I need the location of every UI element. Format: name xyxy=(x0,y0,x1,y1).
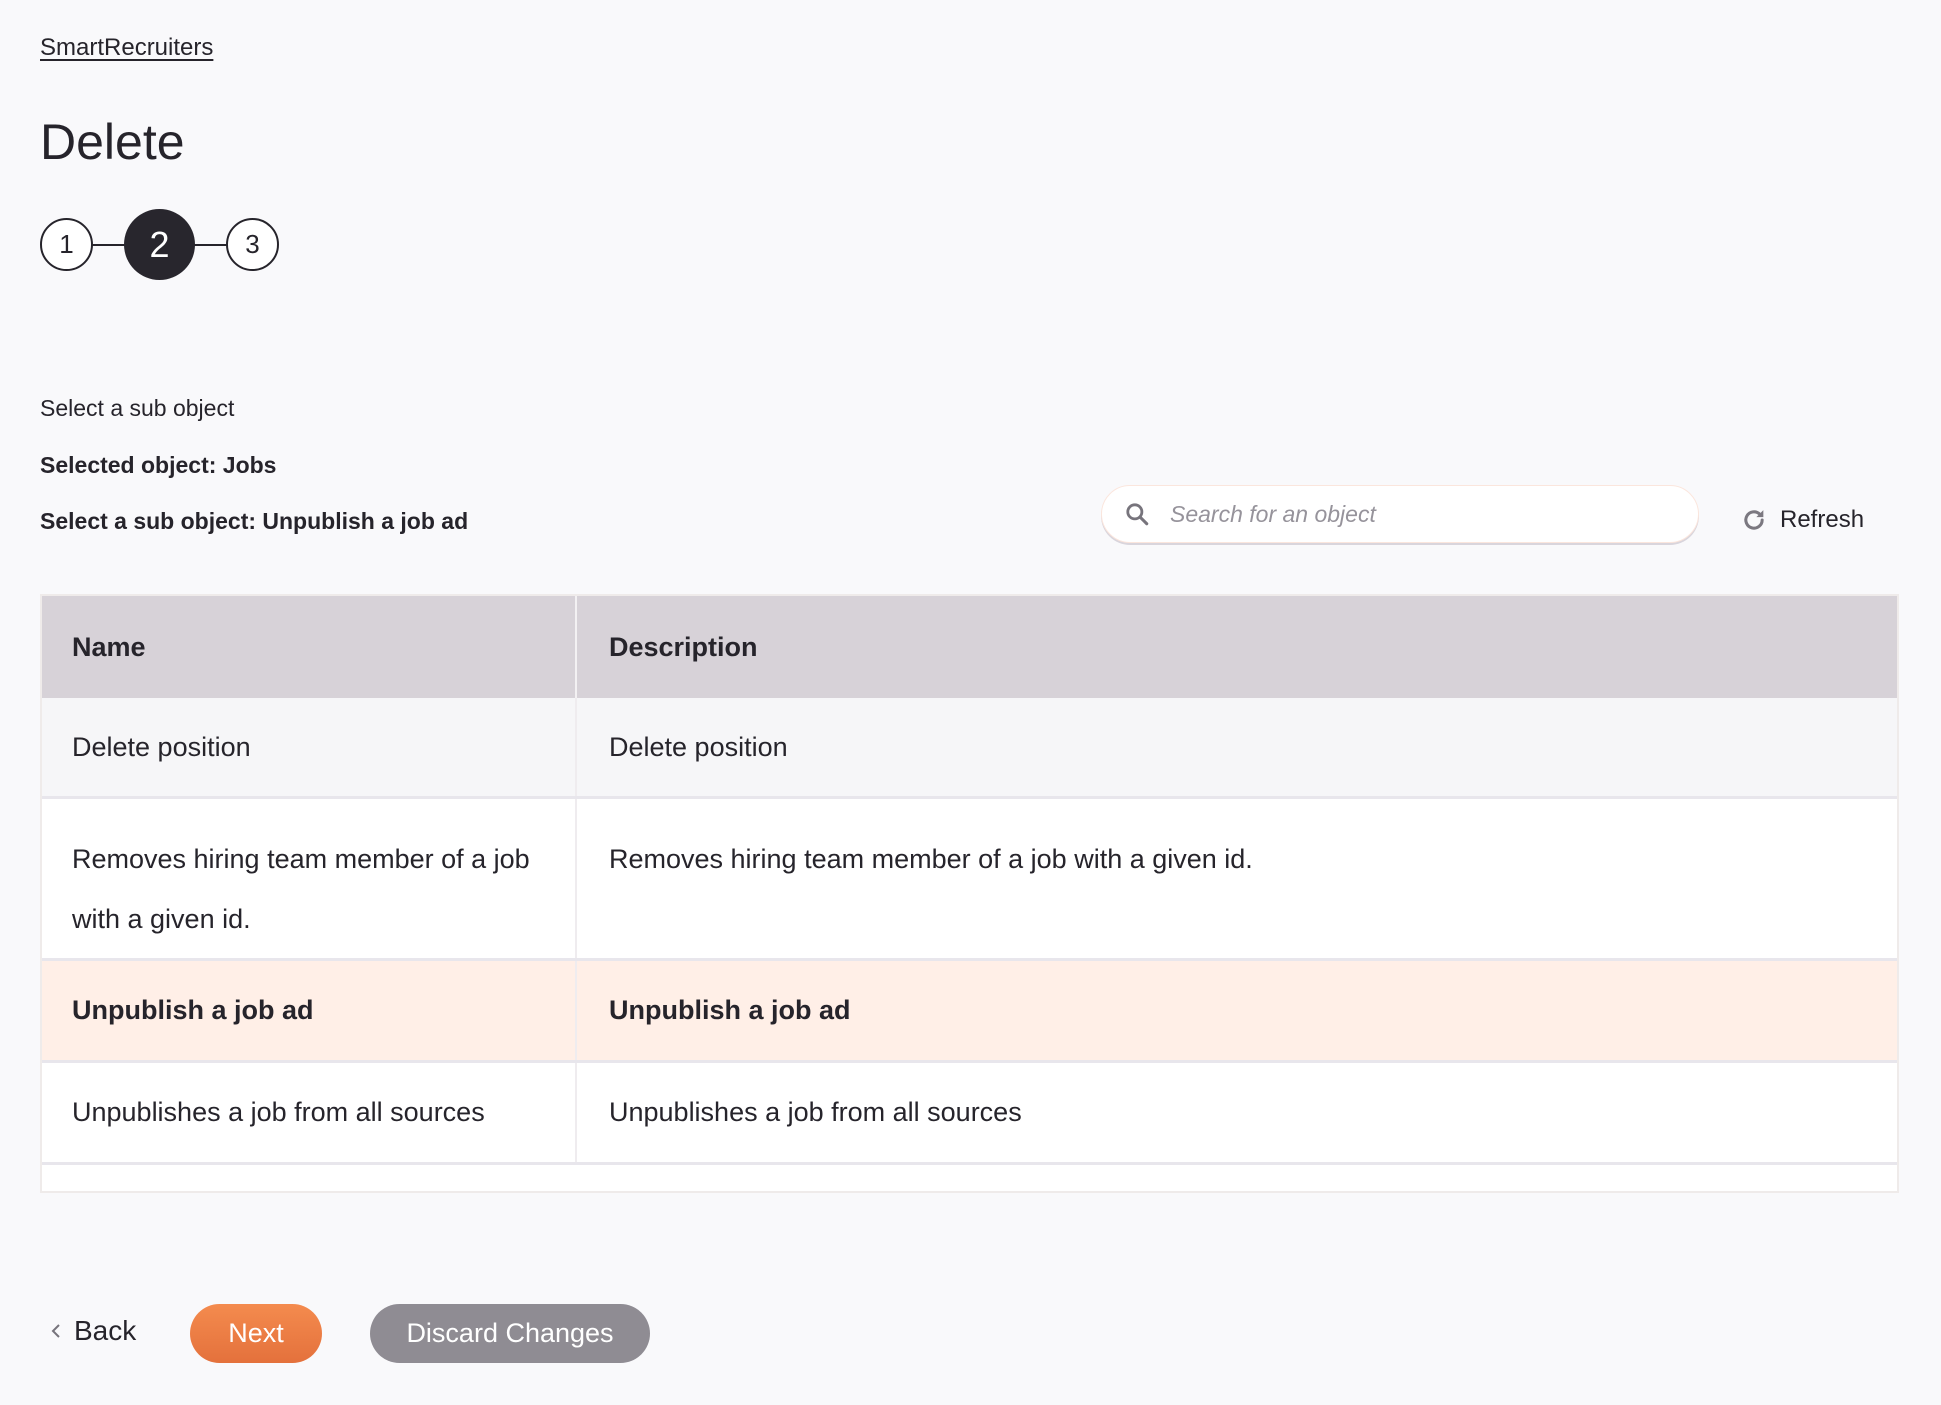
step-2-active[interactable]: 2 xyxy=(124,209,195,280)
column-header-name[interactable]: Name xyxy=(42,596,577,698)
step-connector xyxy=(92,244,126,246)
refresh-icon xyxy=(1744,510,1764,530)
breadcrumb-smartrecruiters[interactable]: SmartRecruiters xyxy=(40,34,213,62)
refresh-button[interactable]: Refresh xyxy=(1740,506,1864,534)
search-icon xyxy=(1126,503,1149,526)
table-row[interactable]: Unpublishes a job from all sources Unpub… xyxy=(42,1063,1897,1165)
selected-object-label: Selected object: Jobs xyxy=(40,452,277,478)
cell-name: Removes hiring team member of a job with… xyxy=(42,799,577,958)
cell-description: Removes hiring team member of a job with… xyxy=(609,844,1253,874)
selected-sub-object-label: Select a sub object: Unpublish a job ad xyxy=(40,508,469,534)
cell-description: Delete position xyxy=(609,731,788,762)
table-row-selected[interactable]: Unpublish a job ad Unpublish a job ad xyxy=(42,961,1897,1063)
table-row[interactable]: Removes hiring team member of a job with… xyxy=(42,799,1897,961)
cell-name: Delete position xyxy=(42,698,577,796)
page-title: Delete xyxy=(40,114,185,170)
table-header: Name Description xyxy=(42,596,1897,698)
sub-object-table: Name Description Delete position Delete … xyxy=(40,594,1899,1193)
back-label: Back xyxy=(74,1315,137,1346)
back-button[interactable]: Back xyxy=(50,1315,136,1347)
stepper: 1 2 3 xyxy=(40,209,280,281)
refresh-label: Refresh xyxy=(1780,506,1865,533)
cell-name: Unpublish a job ad xyxy=(42,961,577,1060)
column-header-description[interactable]: Description xyxy=(577,596,1897,698)
cell-name: Unpublishes a job from all sources xyxy=(42,1063,577,1162)
step-connector xyxy=(194,244,228,246)
cell-description: Unpublish a job ad xyxy=(609,995,851,1025)
search-box[interactable] xyxy=(1101,485,1699,543)
step-1[interactable]: 1 xyxy=(40,218,93,271)
table-row[interactable]: Delete position Delete position xyxy=(42,698,1897,799)
step-3[interactable]: 3 xyxy=(226,218,279,271)
cell-description: Unpublishes a job from all sources xyxy=(609,1097,1022,1127)
discard-changes-button[interactable]: Discard Changes xyxy=(370,1304,650,1363)
next-button[interactable]: Next xyxy=(190,1304,322,1363)
section-heading: Select a sub object xyxy=(40,395,235,421)
chevron-left-icon xyxy=(51,1324,60,1338)
search-input[interactable] xyxy=(1168,499,1652,529)
